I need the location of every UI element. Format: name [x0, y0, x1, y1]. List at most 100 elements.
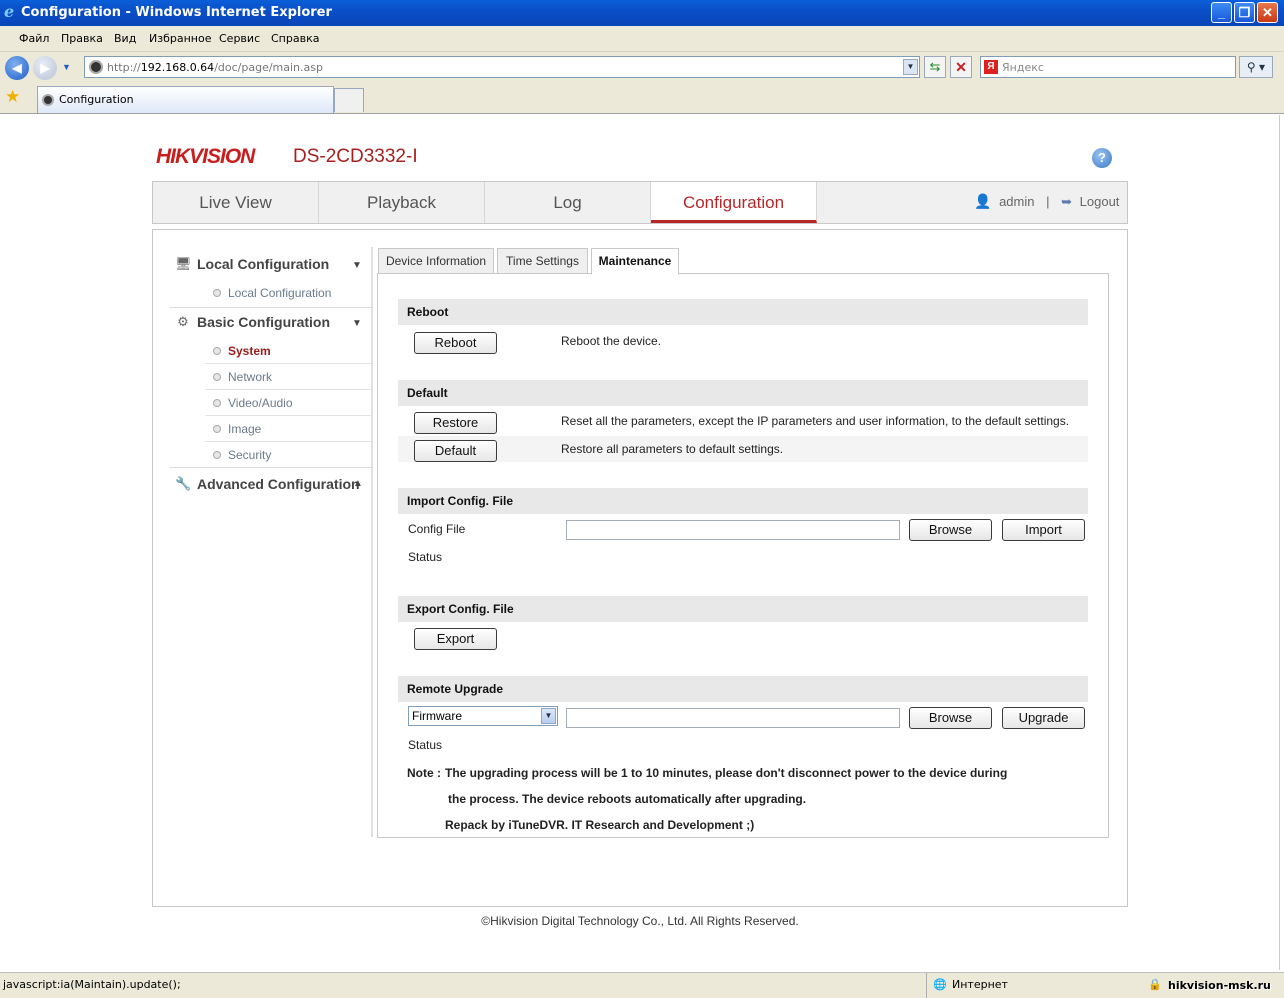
chevron-down-icon[interactable]: ▼ [352, 260, 362, 271]
menu-view[interactable]: Вид [114, 32, 136, 45]
minimize-button[interactable]: _ [1211, 2, 1232, 23]
bullet-icon [213, 399, 221, 407]
menu-edit[interactable]: Правка [61, 32, 103, 45]
sidebar-local-configuration[interactable]: Local Configuration [197, 256, 329, 272]
note-line-2: the process. The device reboots automati… [448, 792, 807, 806]
menu-tools[interactable]: Сервис [219, 32, 260, 45]
bullet-icon [213, 451, 221, 459]
section-remote-upgrade: Remote Upgrade [398, 676, 1088, 702]
export-button[interactable]: Export [414, 628, 497, 650]
upgrade-browse-button[interactable]: Browse [909, 707, 992, 729]
tab-device-information[interactable]: Device Information [378, 248, 494, 274]
bullet-icon [213, 373, 221, 381]
tab-favicon-icon [42, 94, 54, 106]
upgrade-button[interactable]: Upgrade [1002, 707, 1085, 729]
help-icon[interactable]: ? [1092, 148, 1112, 168]
default-button[interactable]: Default [414, 440, 497, 462]
search-button-icon[interactable]: ⚲ ▾ [1239, 56, 1273, 78]
search-placeholder: Яндекс [1002, 61, 1044, 74]
menu-bar: Файл Правка Вид Избранное Сервис Справка [0, 26, 1284, 52]
menu-help[interactable]: Справка [271, 32, 319, 45]
upgrade-type-select[interactable]: Firmware ▼ [408, 706, 558, 726]
note-line-1: The upgrading process will be 1 to 10 mi… [445, 766, 1008, 780]
restore-description: Reset all the parameters, except the IP … [561, 414, 1070, 428]
gear-icon: ⚙ [177, 314, 189, 329]
forward-button[interactable]: ▶ [33, 56, 57, 80]
import-button[interactable]: Import [1002, 519, 1085, 541]
section-title: Default [407, 386, 448, 400]
sidebar-item-system[interactable]: System [205, 338, 371, 364]
favorites-star-icon[interactable]: ★ [5, 87, 20, 107]
firmware-file-input[interactable] [566, 708, 900, 728]
new-tab-button[interactable] [334, 88, 364, 112]
section-import-config: Import Config. File [398, 488, 1088, 514]
import-status-label: Status [408, 550, 443, 564]
sidebar-item-label: Local Configuration [228, 286, 332, 300]
watermark: hikvision-msk.ru [1168, 979, 1271, 992]
sidebar-item-local-configuration[interactable]: Local Configuration [205, 280, 371, 306]
nav-tab-playback[interactable]: Playback [319, 182, 485, 223]
close-window-button[interactable]: ✕ [1257, 2, 1278, 23]
tab-time-settings[interactable]: Time Settings [497, 248, 588, 274]
window-title: Configuration - Windows Internet Explore… [21, 5, 332, 20]
upgrade-status-label: Status [408, 738, 443, 752]
bullet-icon [213, 425, 221, 433]
stop-icon[interactable]: ✕ [950, 56, 972, 78]
search-input[interactable]: Я Яндекс [980, 56, 1236, 78]
reboot-description: Reboot the device. [561, 334, 662, 348]
sidebar-item-label: Image [228, 422, 262, 436]
local-config-icon: 🖥 [175, 256, 192, 271]
logout-icon[interactable]: ➥ [1061, 194, 1072, 209]
username: admin [999, 194, 1035, 209]
sidebar-separator [371, 247, 373, 837]
sidebar-item-security[interactable]: Security [205, 442, 371, 468]
section-reboot: Reboot [398, 299, 1088, 325]
sidebar-item-image[interactable]: Image [205, 416, 371, 442]
logout-link[interactable]: Logout [1080, 194, 1120, 209]
menu-favorites[interactable]: Избранное [149, 32, 211, 45]
refresh-icon[interactable]: ⇆ [924, 56, 946, 78]
tab-maintenance[interactable]: Maintenance [591, 248, 679, 275]
section-default: Default [398, 380, 1088, 406]
sidebar-item-network[interactable]: Network [205, 364, 371, 390]
address-dropdown-icon[interactable]: ▼ [903, 59, 918, 75]
footer-copyright: ©Hikvision Digital Technology Co., Ltd. … [481, 914, 799, 928]
sidebar-item-label: System [228, 344, 271, 358]
url-prefix: http:// [107, 61, 141, 74]
restore-button[interactable]: ❐ [1234, 2, 1255, 23]
import-browse-button[interactable]: Browse [909, 519, 992, 541]
sidebar-basic-configuration[interactable]: Basic Configuration [197, 314, 330, 330]
chevron-down-icon[interactable]: ▼ [352, 318, 362, 329]
default-description: Restore all parameters to default settin… [561, 442, 784, 456]
page-favicon-icon [89, 60, 103, 74]
select-value: Firmware [412, 709, 462, 723]
restore-button[interactable]: Restore [414, 412, 497, 434]
section-title: Reboot [407, 305, 449, 319]
bullet-icon [213, 289, 221, 297]
back-button[interactable]: ◀ [5, 56, 29, 80]
section-export-config: Export Config. File [398, 596, 1088, 622]
config-file-input[interactable] [566, 520, 900, 540]
sidebar-item-video-audio[interactable]: Video/Audio [205, 390, 371, 416]
reboot-button[interactable]: Reboot [414, 332, 497, 354]
sidebar-item-label: Video/Audio [228, 396, 293, 410]
hikvision-logo: HIKVISION [156, 145, 255, 168]
chevron-down-icon[interactable]: ▼ [541, 708, 556, 724]
menu-file[interactable]: Файл [19, 32, 49, 45]
browser-tab-configuration[interactable]: Configuration [37, 86, 334, 113]
window-title-bar[interactable]: e Configuration - Windows Internet Explo… [0, 0, 1284, 26]
yandex-icon: Я [984, 60, 998, 74]
status-divider [926, 973, 927, 998]
sidebar-divider [170, 307, 371, 308]
device-model: DS-2CD3332-I [293, 146, 418, 167]
user-area: 👤 admin | ➥ Logout [974, 193, 1119, 210]
globe-icon: 🌐 [933, 978, 947, 991]
address-field[interactable]: http://192.168.0.64/doc/page/main.asp ▼ [84, 56, 920, 78]
nav-tab-log[interactable]: Log [485, 182, 651, 223]
history-dropdown-icon[interactable]: ▼ [62, 62, 71, 72]
nav-tab-configuration[interactable]: Configuration [651, 182, 817, 223]
nav-tab-live-view[interactable]: Live View [153, 182, 319, 223]
address-url: http://192.168.0.64/doc/page/main.asp [107, 61, 323, 74]
chevron-up-icon[interactable]: ▲ [353, 478, 363, 489]
sidebar-advanced-configuration[interactable]: Advanced Configuration [197, 476, 360, 492]
